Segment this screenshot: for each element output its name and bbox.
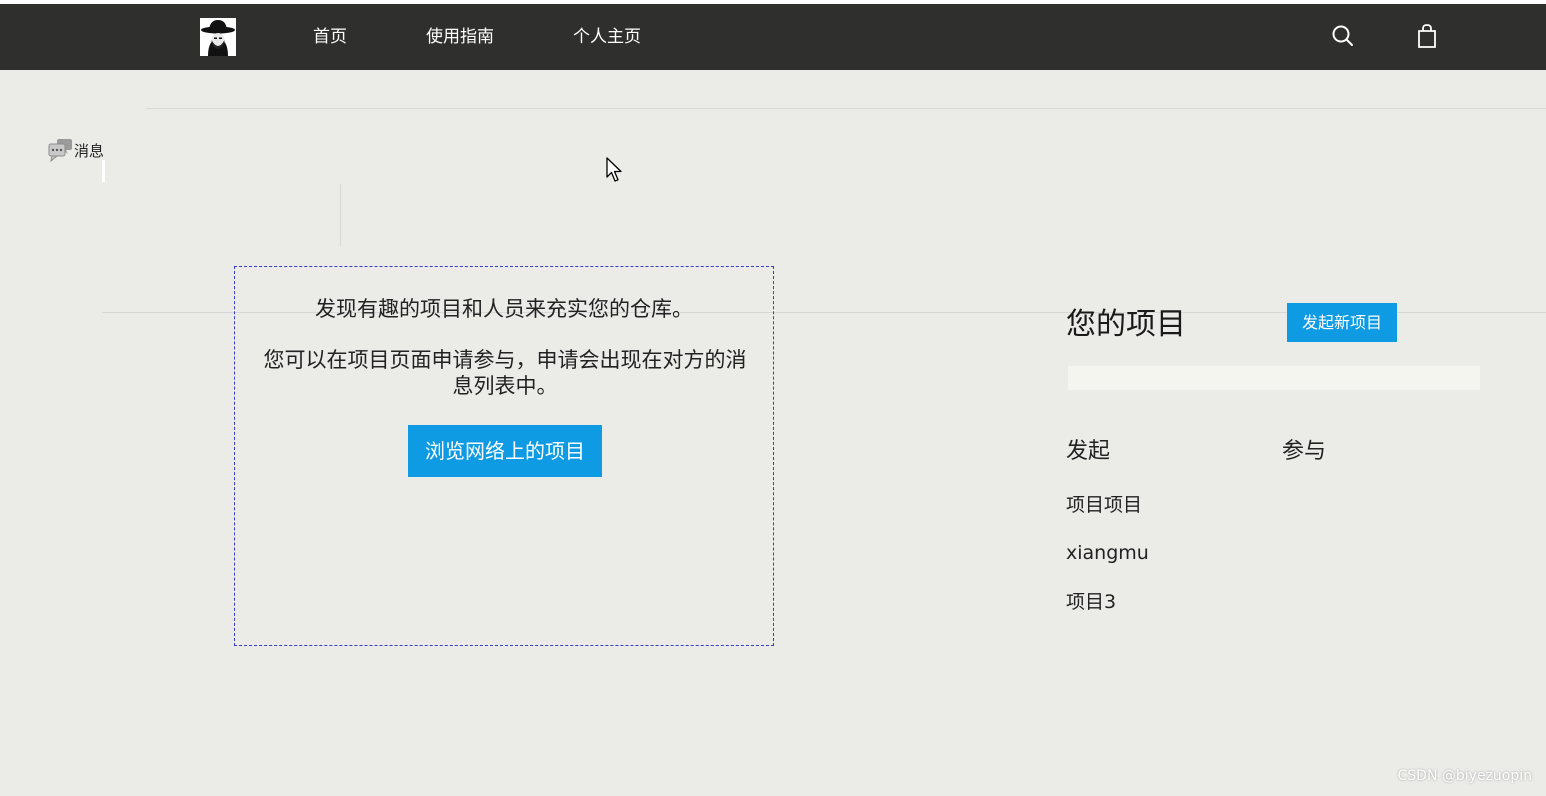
nav-guide[interactable]: 使用指南 [426, 26, 494, 48]
tab-initiated[interactable]: 发起 [1066, 437, 1110, 467]
watermark: CSDN @biyezuopin [1397, 768, 1532, 784]
your-projects-title: 您的项目 [1066, 307, 1186, 342]
top-navbar: 首页 使用指南 个人主页 [0, 4, 1546, 70]
hat-avatar-icon [200, 18, 236, 56]
shopping-bag-icon[interactable] [1414, 23, 1440, 49]
messages-link[interactable]: 消息 [48, 137, 104, 163]
chat-bubbles-icon [48, 139, 72, 163]
project-item[interactable]: 项目3 [1066, 589, 1116, 615]
tab-participating[interactable]: 参与 [1282, 437, 1326, 467]
nav-home[interactable]: 首页 [313, 26, 347, 48]
divider-top [146, 108, 1546, 109]
nav-profile[interactable]: 个人主页 [573, 26, 641, 48]
apply-hint-text: 您可以在项目页面申请参与，申请会出现在对方的消息列表中。 [263, 348, 747, 398]
project-item[interactable]: 项目项目 [1066, 492, 1142, 518]
messages-label: 消息 [74, 141, 105, 160]
sidebar-edge [102, 160, 105, 182]
project-item[interactable]: xiangmu [1066, 540, 1149, 566]
discover-text: 发现有趣的项目和人员来充实您的仓库。 [315, 297, 693, 321]
mouse-cursor-icon [606, 157, 624, 187]
project-search-input[interactable] [1068, 366, 1480, 390]
divider-vertical [340, 184, 341, 246]
discover-panel: 发现有趣的项目和人员来充实您的仓库。 您可以在项目页面申请参与，申请会出现在对方… [234, 266, 774, 646]
search-icon[interactable] [1330, 23, 1356, 49]
browse-projects-button[interactable]: 浏览网络上的项目 [408, 425, 602, 477]
new-project-button[interactable]: 发起新项目 [1287, 303, 1397, 342]
site-logo[interactable] [200, 18, 236, 56]
